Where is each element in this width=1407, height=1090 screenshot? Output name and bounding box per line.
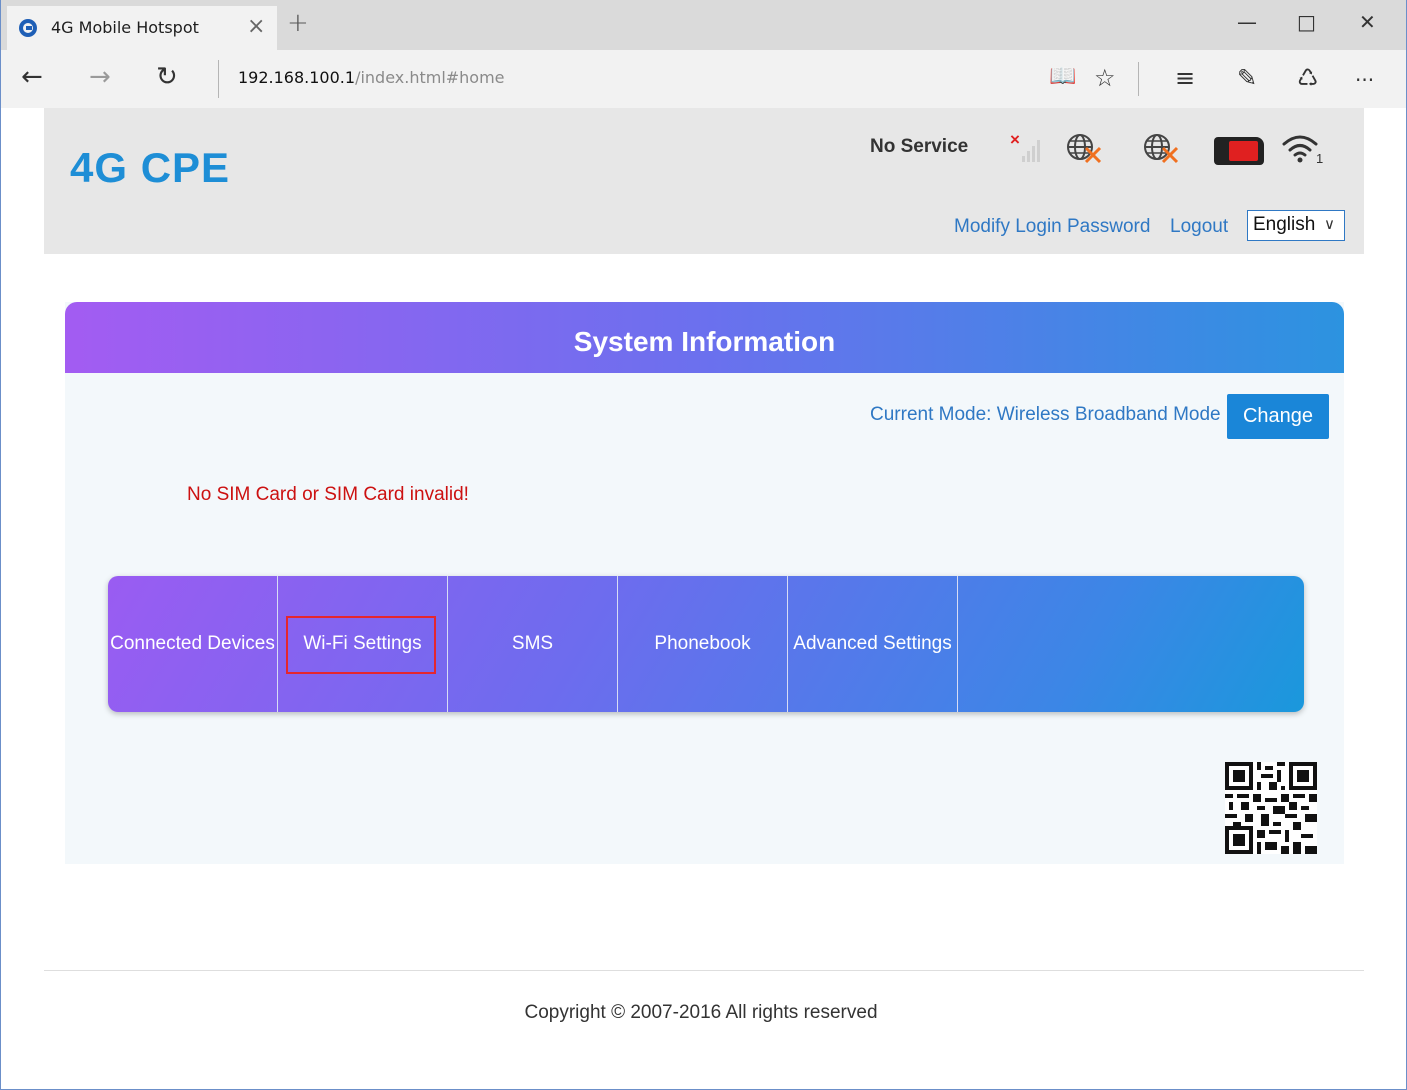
menu-sms[interactable]: SMS (448, 576, 618, 712)
signal-bars-icon (1022, 138, 1042, 162)
menu-item-label: Connected Devices (110, 633, 275, 654)
modify-password-link[interactable]: Modify Login Password (954, 216, 1150, 238)
copyright-text: Copyright © 2007-2016 All rights reserve… (524, 1002, 878, 1023)
tab-close-icon[interactable]: × (247, 14, 265, 39)
language-value: English (1253, 214, 1316, 235)
address-separator (218, 60, 219, 98)
wifi-client-count: 1 (1316, 151, 1323, 166)
chevron-down-icon: ∨ (1324, 215, 1335, 233)
menu-item-label: Wi-Fi Settings (303, 633, 422, 654)
system-information-panel: System Information Current Mode: Wireles… (65, 302, 1344, 864)
new-tab-icon[interactable]: + (287, 8, 309, 38)
current-mode-text: Current Mode: Wireless Broadband Mode (870, 404, 1221, 425)
network-status: No Service (870, 136, 969, 157)
browser-tab[interactable]: 4G Mobile Hotspot × (7, 6, 277, 50)
logo: 4G CPE (70, 144, 231, 191)
signal-error-icon: × (1010, 130, 1020, 149)
address-host: 192.168.100.1 (238, 68, 356, 87)
refresh-icon[interactable]: ↻ (156, 62, 178, 92)
minimize-icon[interactable]: — (1237, 10, 1257, 34)
internet-disconnected-icon (1067, 134, 1102, 164)
favorite-star-icon[interactable]: ☆ (1094, 64, 1116, 92)
menu-connected-devices[interactable]: Connected Devices (108, 576, 278, 712)
address-bar[interactable]: 192.168.100.1/index.html#home (238, 68, 505, 87)
menu-item-label: SMS (511, 633, 554, 654)
panel-header: System Information (65, 302, 1344, 373)
wan-disconnected-icon (1144, 134, 1179, 164)
page-header: 4G CPE No Service × 1 Modify Login Passw… (44, 108, 1364, 254)
main-menu: Connected Devices Wi-Fi Settings SMS Pho… (108, 576, 1304, 712)
web-note-icon[interactable]: ✎ (1237, 64, 1257, 92)
menu-advanced-settings[interactable]: Advanced Settings (788, 576, 958, 712)
menu-phonebook[interactable]: Phonebook (618, 576, 788, 712)
navigation-bar: ← → ↻ 192.168.100.1/index.html#home 📖 ☆ … (1, 50, 1406, 108)
language-select[interactable]: English ∨ (1247, 210, 1345, 241)
forward-icon[interactable]: → (89, 62, 111, 92)
footer-divider (44, 970, 1364, 971)
panel-title: System Information (573, 326, 836, 357)
menu-item-label: Advanced Settings (793, 633, 952, 654)
change-mode-button[interactable]: Change (1227, 394, 1329, 439)
toolbar-separator (1138, 62, 1139, 96)
logout-link[interactable]: Logout (1170, 216, 1228, 238)
tab-bar: 4G Mobile Hotspot × + — □ ✕ (1, 0, 1406, 50)
tab-title: 4G Mobile Hotspot (51, 18, 199, 37)
sim-error-message: No SIM Card or SIM Card invalid! (187, 484, 469, 505)
back-icon[interactable]: ← (21, 62, 43, 92)
qr-code-image (1225, 762, 1317, 854)
close-window-icon[interactable]: ✕ (1359, 10, 1376, 34)
sim-card-icon (1214, 137, 1264, 165)
hub-icon[interactable]: ≡ (1175, 64, 1195, 92)
more-icon[interactable]: ··· (1355, 68, 1374, 92)
browser-window: 4G Mobile Hotspot × + — □ ✕ ← → ↻ 192.16… (0, 0, 1407, 1090)
menu-wifi-settings[interactable]: Wi-Fi Settings (278, 576, 448, 712)
address-path: /index.html#home (355, 68, 505, 87)
wifi-icon: 1 (1282, 135, 1323, 166)
maximize-icon[interactable]: □ (1297, 10, 1316, 34)
menu-item-label: Phonebook (654, 633, 751, 654)
favicon-icon (19, 19, 37, 37)
share-icon[interactable]: ♺ (1297, 64, 1319, 92)
reading-view-icon[interactable]: 📖 (1049, 64, 1076, 89)
